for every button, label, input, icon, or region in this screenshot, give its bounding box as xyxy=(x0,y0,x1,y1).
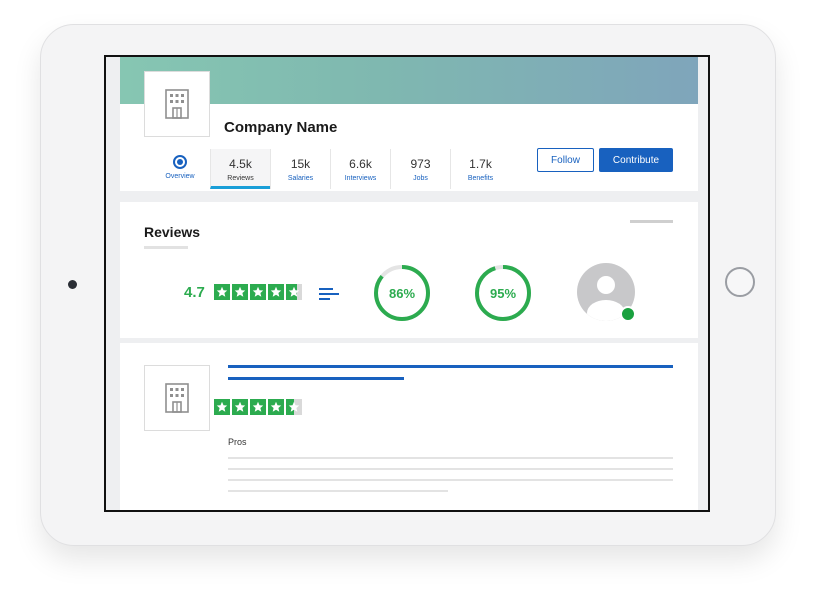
company-name: Company Name xyxy=(224,119,338,136)
company-header: Company Name Overview 4.5k Reviews 15k S… xyxy=(120,57,698,191)
home-button[interactable] xyxy=(725,267,755,297)
overall-star-rating xyxy=(214,284,302,300)
rating-breakdown-icon[interactable] xyxy=(319,287,341,301)
tablet-screen: Company Name Overview 4.5k Reviews 15k S… xyxy=(104,55,710,512)
building-icon xyxy=(165,89,189,119)
tab-label: Jobs xyxy=(413,175,428,182)
tab-interviews[interactable]: 6.6k Interviews xyxy=(330,149,390,189)
review-star-rating xyxy=(214,399,302,415)
camera-icon xyxy=(68,280,77,289)
tab-count: 973 xyxy=(410,157,431,171)
online-status-dot xyxy=(620,306,636,322)
star-icon xyxy=(268,284,284,300)
follow-button[interactable]: Follow xyxy=(537,148,594,172)
tab-overview[interactable]: Overview xyxy=(150,149,210,189)
text-placeholder-line xyxy=(228,468,673,470)
text-placeholder-line xyxy=(228,479,673,481)
contribute-button[interactable]: Contribute xyxy=(599,148,673,172)
tab-label: Benefits xyxy=(467,175,494,182)
company-logo[interactable] xyxy=(144,71,210,137)
target-icon xyxy=(173,155,187,169)
reviewer-company-logo xyxy=(144,365,210,431)
tab-jobs[interactable]: 973 Jobs xyxy=(390,149,450,189)
tab-count: 6.6k xyxy=(349,157,372,171)
tab-count: 4.5k xyxy=(229,157,252,171)
star-icon xyxy=(286,284,302,300)
building-icon xyxy=(165,383,189,413)
tab-label: Overview xyxy=(165,173,195,180)
star-icon xyxy=(250,284,266,300)
text-placeholder-line xyxy=(228,490,448,492)
review-item: Pros xyxy=(120,343,698,510)
heading-underline xyxy=(144,246,188,249)
star-icon xyxy=(232,284,248,300)
pros-label: Pros xyxy=(228,437,247,447)
review-subtitle-placeholder xyxy=(228,377,404,380)
tab-benefits[interactable]: 1.7k Benefits xyxy=(450,149,510,189)
star-icon xyxy=(214,399,230,415)
tab-label: Interviews xyxy=(344,175,377,182)
overall-rating: 4.7 xyxy=(184,284,205,301)
reviews-heading: Reviews xyxy=(144,224,201,240)
star-icon xyxy=(286,399,302,415)
text-placeholder-line xyxy=(228,457,673,459)
star-icon xyxy=(268,399,284,415)
reviews-summary-card: Reviews 4.7 86% 95% xyxy=(120,202,698,338)
placeholder-bar xyxy=(630,220,673,223)
star-icon xyxy=(232,399,248,415)
tab-count: 1.7k xyxy=(469,157,492,171)
approval-percent: 95% xyxy=(490,286,516,301)
tab-label: Salaries xyxy=(287,175,314,182)
approval-donut: 95% xyxy=(475,265,531,321)
tab-label: Reviews xyxy=(227,175,254,182)
tab-salaries[interactable]: 15k Salaries xyxy=(270,149,330,189)
recommend-percent: 86% xyxy=(389,286,415,301)
recommend-donut: 86% xyxy=(374,265,430,321)
tab-count: 15k xyxy=(290,157,311,171)
review-title-placeholder xyxy=(228,365,673,368)
company-tabs: Overview 4.5k Reviews 15k Salaries 6.6k … xyxy=(150,149,510,189)
star-icon xyxy=(250,399,266,415)
star-icon xyxy=(214,284,230,300)
tab-reviews[interactable]: 4.5k Reviews xyxy=(210,149,270,189)
